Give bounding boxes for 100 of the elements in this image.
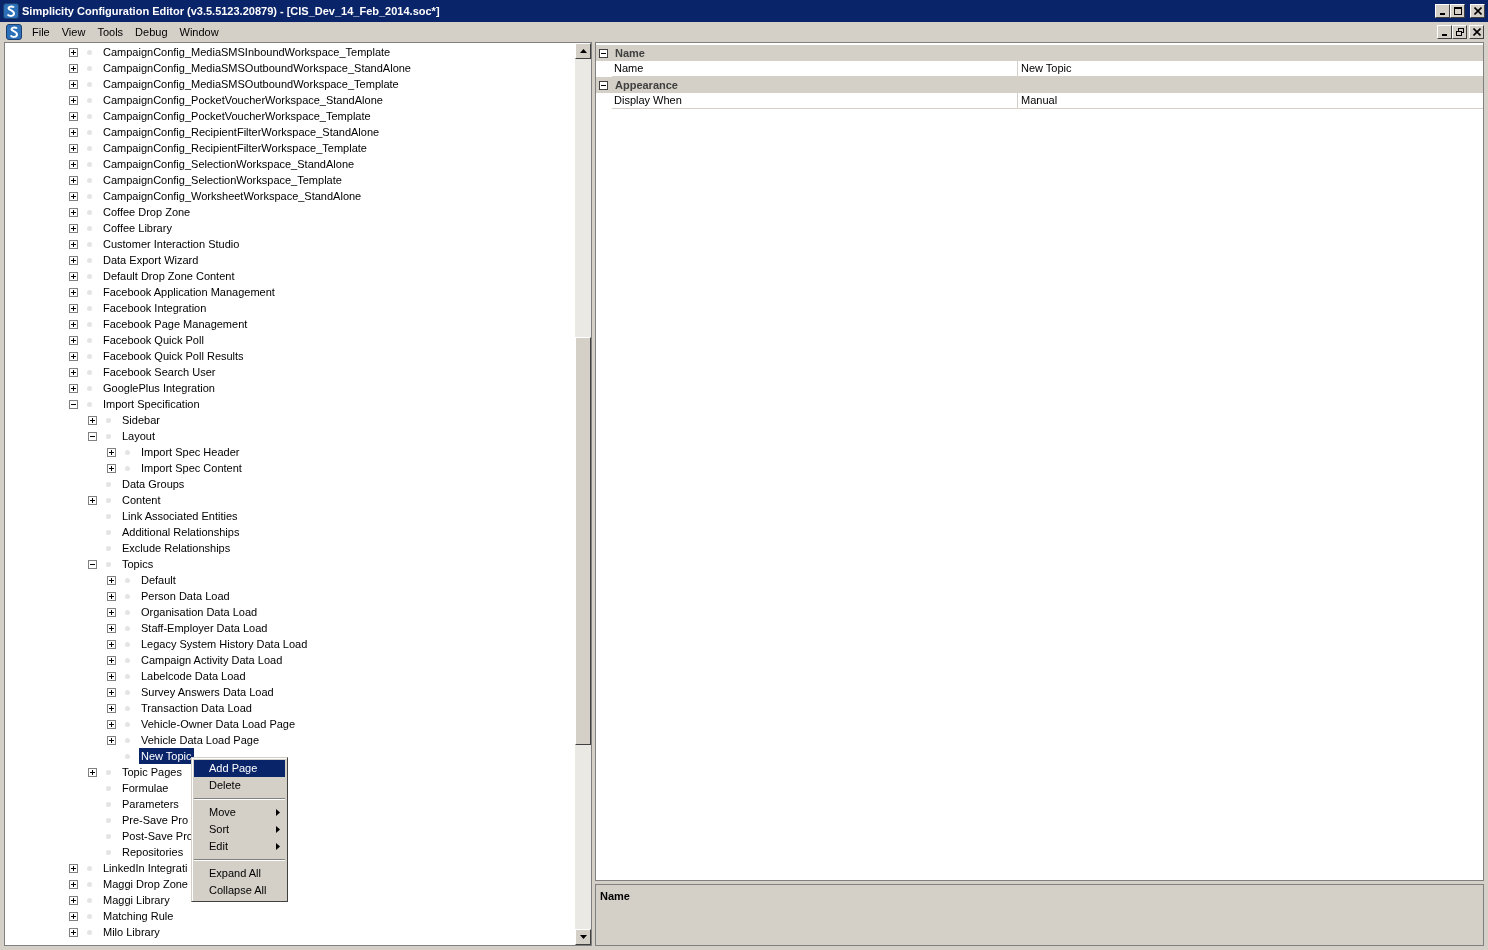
menu-item[interactable]: Move	[194, 804, 285, 821]
close-button[interactable]	[1469, 25, 1484, 39]
menu-item[interactable]: Expand All	[194, 865, 285, 882]
collapse-icon[interactable]	[88, 559, 97, 569]
expand-icon[interactable]	[107, 607, 116, 617]
collapse-icon[interactable]	[69, 399, 78, 409]
property-value[interactable]: Manual	[1018, 93, 1483, 108]
expand-icon[interactable]	[69, 383, 78, 393]
menu-item[interactable]: Add Page	[194, 760, 285, 777]
tree-item[interactable]: CampaignConfig_MediaSMSInboundWorkspace_Template	[101, 44, 393, 60]
expand-icon[interactable]	[69, 127, 78, 137]
tree-item[interactable]: Matching Rule	[101, 908, 176, 924]
expand-icon[interactable]	[107, 447, 116, 457]
tree-item[interactable]: Additional Relationships	[120, 524, 242, 540]
menu-item[interactable]: View	[55, 23, 92, 41]
tree-item[interactable]: Facebook Quick Poll Results	[101, 348, 246, 364]
tree-item[interactable]: Labelcode Data Load	[139, 668, 248, 684]
tree-item[interactable]: Facebook Page Management	[101, 316, 250, 332]
collapse-icon[interactable]	[599, 80, 608, 90]
tree-item[interactable]: CampaignConfig_PocketVoucherWorkspace_Template	[101, 108, 373, 124]
expand-icon[interactable]	[69, 271, 78, 281]
menu-item[interactable]: Tools	[91, 23, 130, 41]
expand-icon[interactable]	[107, 591, 116, 601]
tree-item[interactable]: Customer Interaction Studio	[101, 236, 242, 252]
scrollbar-thumb[interactable]	[575, 337, 591, 745]
tree-item[interactable]: Transaction Data Load	[139, 700, 254, 716]
expand-icon[interactable]	[69, 63, 78, 73]
tree-item[interactable]: Survey Answers Data Load	[139, 684, 276, 700]
expand-icon[interactable]	[69, 111, 78, 121]
expand-icon[interactable]	[69, 143, 78, 153]
tree-item[interactable]: Default	[139, 572, 178, 588]
property-value[interactable]: New Topic	[1018, 61, 1483, 76]
expand-icon[interactable]	[107, 671, 116, 681]
expand-icon[interactable]	[107, 623, 116, 633]
tree-item[interactable]: CampaignConfig_PocketVoucherWorkspace_StandAlone	[101, 92, 385, 108]
tree-item[interactable]: CampaignConfig_RecipientFilterWorkspace_Template	[101, 140, 369, 156]
minimize-button[interactable]	[1435, 4, 1450, 18]
expand-icon[interactable]	[88, 495, 97, 505]
expand-icon[interactable]	[107, 463, 116, 473]
tree-item[interactable]: LinkedIn Integrati	[101, 860, 190, 876]
restore-button[interactable]	[1452, 25, 1467, 39]
expand-icon[interactable]	[107, 735, 116, 745]
tree-item[interactable]: Formulae	[120, 780, 171, 796]
tree-item[interactable]: Facebook Quick Poll	[101, 332, 206, 348]
tree-item[interactable]: Legacy System History Data Load	[139, 636, 310, 652]
tree-item[interactable]: New Topic	[139, 748, 194, 764]
tree-item[interactable]: Organisation Data Load	[139, 604, 260, 620]
expand-icon[interactable]	[69, 927, 78, 937]
tree-item[interactable]: Exclude Relationships	[120, 540, 233, 556]
expand-icon[interactable]	[88, 415, 97, 425]
tree-item[interactable]: Content	[120, 492, 163, 508]
tree-item[interactable]: Maggi Drop Zone	[101, 876, 190, 892]
tree-item[interactable]: Facebook Application Management	[101, 284, 277, 300]
collapse-icon[interactable]	[88, 431, 97, 441]
tree-item[interactable]: CampaignConfig_SelectionWorkspace_StandAlone	[101, 156, 357, 172]
tree-item[interactable]: Facebook Search User	[101, 364, 218, 380]
tree-item[interactable]: Campaign Activity Data Load	[139, 652, 285, 668]
expand-icon[interactable]	[69, 303, 78, 313]
tree-item[interactable]: Link Associated Entities	[120, 508, 240, 524]
tree-item[interactable]: Data Groups	[120, 476, 187, 492]
tree-item[interactable]: Import Spec Content	[139, 460, 244, 476]
tree-item[interactable]: Parameters	[120, 796, 181, 812]
expand-icon[interactable]	[69, 879, 78, 889]
menu-item[interactable]: Collapse All	[194, 882, 285, 899]
scroll-up-icon[interactable]	[579, 49, 587, 53]
expand-icon[interactable]	[69, 367, 78, 377]
expand-icon[interactable]	[69, 95, 78, 105]
menu-item[interactable]: Delete	[194, 777, 285, 794]
menu-item[interactable]: File	[26, 23, 56, 41]
tree-item[interactable]: Pre-Save Pro	[120, 812, 191, 828]
scrollbar[interactable]	[575, 43, 591, 945]
tree-item[interactable]: Import Spec Header	[139, 444, 242, 460]
tree-item[interactable]: Default Drop Zone Content	[101, 268, 237, 284]
menu-item[interactable]: Window	[173, 23, 225, 41]
maximize-button[interactable]	[1450, 4, 1465, 18]
expand-icon[interactable]	[107, 639, 116, 649]
tree-item[interactable]: CampaignConfig_MediaSMSOutboundWorkspace_StandAlone	[101, 60, 413, 76]
expand-icon[interactable]	[69, 895, 78, 905]
tree-item[interactable]: Milo Library	[101, 924, 162, 940]
tree-item[interactable]: Person Data Load	[139, 588, 232, 604]
tree-item[interactable]: Layout	[120, 428, 158, 444]
tree-item[interactable]: Vehicle Data Load Page	[139, 732, 262, 748]
tree-item[interactable]: CampaignConfig_RecipientFilterWorkspace_StandAlone	[101, 124, 382, 140]
expand-icon[interactable]	[69, 191, 78, 201]
expand-icon[interactable]	[69, 255, 78, 265]
expand-icon[interactable]	[69, 175, 78, 185]
expand-icon[interactable]	[69, 351, 78, 361]
menu-item[interactable]: Edit	[194, 838, 285, 855]
expand-icon[interactable]	[69, 911, 78, 921]
expand-icon[interactable]	[69, 159, 78, 169]
expand-icon[interactable]	[69, 335, 78, 345]
expand-icon[interactable]	[107, 575, 116, 585]
tree-item[interactable]: Topic Pages	[120, 764, 184, 780]
tree-item[interactable]: CampaignConfig_SelectionWorkspace_Template	[101, 172, 344, 188]
minimize-button[interactable]	[1437, 25, 1452, 39]
tree-item[interactable]: Maggi Library	[101, 892, 172, 908]
tree-item[interactable]: Coffee Library	[101, 220, 174, 236]
expand-icon[interactable]	[88, 767, 97, 777]
tree-item[interactable]: Sidebar	[120, 412, 162, 428]
tree-item[interactable]: Data Export Wizard	[101, 252, 201, 268]
